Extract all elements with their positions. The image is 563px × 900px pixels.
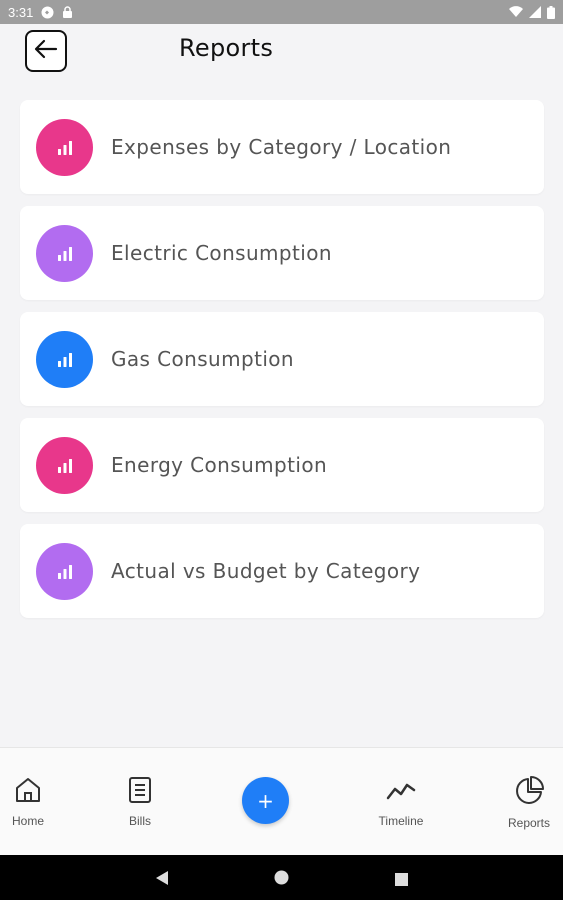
back-triangle-icon[interactable] xyxy=(155,870,169,890)
bar-chart-icon xyxy=(36,224,93,282)
report-electric-consumption[interactable]: Electric Consumption xyxy=(20,206,544,300)
nav-bills[interactable]: Bills xyxy=(105,776,175,828)
nav-label: Home xyxy=(11,814,44,828)
wifi-icon xyxy=(509,6,523,18)
report-actual-vs-budget[interactable]: Actual vs Budget by Category xyxy=(20,524,544,618)
report-label: Electric Consumption xyxy=(111,241,332,265)
back-button[interactable] xyxy=(25,30,67,72)
status-bar: 3:31 xyxy=(0,0,563,24)
arrow-left-icon xyxy=(34,39,58,63)
bar-chart-icon xyxy=(36,542,93,600)
nav-timeline[interactable]: Timeline xyxy=(366,776,436,828)
status-time: 3:31 xyxy=(8,4,34,20)
document-icon xyxy=(128,776,152,808)
notification-icon xyxy=(41,6,54,19)
nav-label: Reports xyxy=(507,816,551,830)
add-button[interactable]: + xyxy=(242,777,289,824)
report-label: Gas Consumption xyxy=(111,347,294,371)
nav-reports[interactable]: Reports xyxy=(494,776,563,830)
report-energy-consumption[interactable]: Energy Consumption xyxy=(20,418,544,512)
report-gas-consumption[interactable]: Gas Consumption xyxy=(20,312,544,406)
report-label: Actual vs Budget by Category xyxy=(111,559,421,583)
plus-icon: + xyxy=(257,788,274,813)
home-circle-icon[interactable] xyxy=(274,870,289,889)
nav-home[interactable]: Home xyxy=(0,776,63,828)
home-icon xyxy=(14,776,42,808)
recents-square-icon[interactable] xyxy=(395,871,408,890)
report-list: Expenses by Category / Location Electric… xyxy=(20,100,544,630)
lock-icon xyxy=(62,5,73,19)
bar-chart-icon xyxy=(36,330,93,388)
nav-label: Timeline xyxy=(378,814,424,828)
header: Reports xyxy=(0,24,563,82)
report-expenses-by-category[interactable]: Expenses by Category / Location xyxy=(20,100,544,194)
system-nav-bar xyxy=(0,855,563,900)
bar-chart-icon xyxy=(36,436,93,494)
bar-chart-icon xyxy=(36,118,93,176)
pie-chart-icon xyxy=(514,776,544,810)
report-label: Energy Consumption xyxy=(111,453,328,477)
bottom-nav: Home Bills + Timeline Reports xyxy=(0,747,563,855)
signal-icon xyxy=(529,6,541,18)
nav-label: Bills xyxy=(128,814,151,828)
trend-line-icon xyxy=(386,776,416,808)
page-title: Reports xyxy=(179,34,274,62)
report-label: Expenses by Category / Location xyxy=(111,135,452,159)
battery-icon xyxy=(547,5,555,19)
